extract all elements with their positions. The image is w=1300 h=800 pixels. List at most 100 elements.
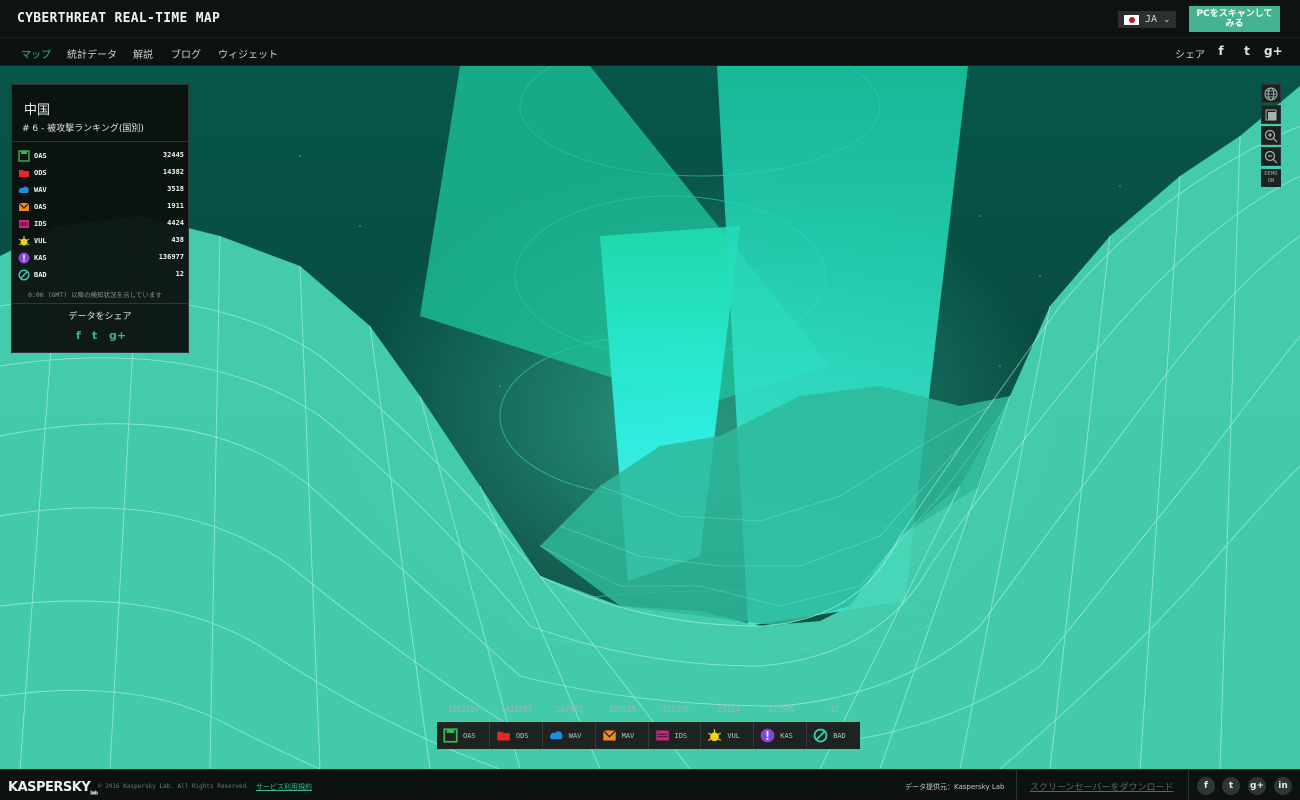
nav-item-widget[interactable]: ウィジェット xyxy=(218,46,278,61)
google-plus-icon[interactable]: g+ xyxy=(109,329,126,342)
country-stats-panel: 中国 # 6 - 被攻撃ランキング(国別) OAS 32445 ODS 1438… xyxy=(11,84,189,353)
country-rank: # 6 - 被攻撃ランキング(国別) xyxy=(22,124,144,134)
flat-view-button[interactable] xyxy=(1261,105,1281,124)
country-name: 中国 xyxy=(24,103,51,118)
legend-item-ods[interactable]: ODS xyxy=(490,722,543,749)
stat-value: 14382 xyxy=(162,168,184,176)
nav-item-statistics[interactable]: 統計データ xyxy=(67,46,117,61)
stat-row-wav: WAV 3518 xyxy=(18,183,184,199)
stat-label: OAS xyxy=(34,203,47,211)
divider xyxy=(1016,770,1017,800)
language-code: JA xyxy=(1145,14,1158,25)
legend-label: BAD xyxy=(833,732,846,740)
mail-icon xyxy=(602,730,616,741)
legend-label: OAS xyxy=(463,732,476,740)
ban-icon xyxy=(18,269,30,281)
stat-row-ods: ODS 14382 xyxy=(18,166,184,182)
legend-label: MAV xyxy=(621,732,635,740)
globe-view-button[interactable] xyxy=(1261,84,1281,103)
stat-label: IDS xyxy=(34,220,47,228)
stat-label: KAS xyxy=(34,254,47,262)
nav-item-map[interactable]: マップ xyxy=(21,46,51,61)
legend-label: VUL xyxy=(727,732,741,740)
demo-state: ON xyxy=(1267,178,1275,184)
legend-item-kas[interactable]: KAS xyxy=(754,722,808,749)
facebook-icon[interactable]: f xyxy=(1197,777,1215,795)
japan-flag-icon xyxy=(1124,14,1139,25)
stat-label: VUL xyxy=(34,237,47,245)
chevron-down-icon: ⌄ xyxy=(1163,14,1171,25)
stat-value: 136977 xyxy=(158,253,184,261)
stat-value: 1911 xyxy=(167,202,184,210)
legend-label: ODS xyxy=(515,732,529,740)
globe-icon xyxy=(1264,87,1278,100)
app-title: CYBERTHREAT REAL-TIME MAP xyxy=(17,11,221,26)
wireframe-globe-view xyxy=(0,66,1300,769)
demo-label: DEMO xyxy=(1264,171,1278,177)
legend-item-bad[interactable]: BAD xyxy=(807,722,860,749)
legend-item-oas[interactable]: OAS xyxy=(437,722,490,749)
legend-label: WAV xyxy=(568,732,582,740)
divider xyxy=(1188,770,1189,800)
kaspersky-logo[interactable]: KASPERSKYlab xyxy=(8,780,98,797)
copyright: © 2016 Kaspersky Lab. All Rights Reserve… xyxy=(98,783,250,790)
folder-icon xyxy=(19,170,29,177)
legend-item-vul[interactable]: VUL xyxy=(701,722,755,749)
nav-item-blog[interactable]: ブログ xyxy=(171,46,201,61)
stat-row-bad: BAD 12 xyxy=(18,268,184,284)
twitter-icon[interactable]: t xyxy=(92,329,97,342)
intrusion-icon xyxy=(655,730,669,741)
divider xyxy=(12,141,188,142)
stat-value: 12 xyxy=(175,270,184,278)
twitter-icon[interactable]: t xyxy=(1222,777,1240,795)
legend-count-ids: 127378 xyxy=(661,705,690,714)
stat-row-kas: KAS 136977 xyxy=(18,251,184,267)
threat-map-scene[interactable] xyxy=(0,66,1300,769)
alert-icon xyxy=(760,728,775,743)
linkedin-icon[interactable]: in xyxy=(1274,777,1292,795)
scan-pc-button[interactable]: PCをスキャンしてみる xyxy=(1189,6,1280,32)
footer: KASPERSKYlab © 2016 Kaspersky Lab. All R… xyxy=(0,769,1300,800)
zoom-out-icon xyxy=(1264,150,1278,163)
logo-sub: lab xyxy=(90,790,98,797)
nav-item-explanation[interactable]: 解説 xyxy=(133,46,153,61)
legend-item-ids[interactable]: IDS xyxy=(649,722,702,749)
facebook-icon[interactable]: f xyxy=(1214,44,1228,58)
legend-count-wav: 287451 xyxy=(555,705,584,714)
zoom-out-button[interactable] xyxy=(1261,147,1281,166)
folder-icon xyxy=(497,731,510,741)
save-icon xyxy=(18,150,30,162)
terms-of-service-link[interactable]: サービス利用規約 xyxy=(256,782,312,792)
intrusion-icon xyxy=(19,220,29,228)
google-plus-icon[interactable]: g+ xyxy=(1248,777,1266,795)
detection-note: 0:00 (GMT) 以降の検知状況を示しています xyxy=(28,291,162,299)
demo-toggle[interactable]: DEMO ON xyxy=(1261,169,1281,187)
cloud-download-icon xyxy=(549,731,563,740)
alert-icon xyxy=(18,252,30,264)
legend-item-wav[interactable]: WAV xyxy=(543,722,596,749)
stat-value: 32445 xyxy=(162,151,184,159)
stat-row-mail: OAS 1911 xyxy=(18,200,184,216)
top-bar: CYBERTHREAT REAL-TIME MAP JA ⌄ PCをスキャンして… xyxy=(0,0,1300,38)
download-screensaver-link[interactable]: スクリーンセーバーをダウンロード xyxy=(1030,780,1173,793)
stat-label: BAD xyxy=(34,271,47,279)
legend-count-mav: 195579 xyxy=(608,705,637,714)
legend-count-vul: 23124 xyxy=(717,705,740,714)
twitter-icon[interactable]: t xyxy=(1240,44,1254,58)
ban-icon xyxy=(813,728,828,743)
share-label: シェア xyxy=(1175,50,1205,61)
legend-label: IDS xyxy=(674,732,688,740)
stat-value: 3518 xyxy=(167,185,184,193)
facebook-icon[interactable]: f xyxy=(76,329,81,342)
save-icon xyxy=(443,728,458,743)
legend-count-oas: 1892159 xyxy=(447,705,480,714)
stat-label: ODS xyxy=(34,169,47,177)
language-select[interactable]: JA ⌄ xyxy=(1118,11,1176,28)
flat-map-icon xyxy=(1265,109,1277,120)
stat-row-vul: VUL 438 xyxy=(18,234,184,250)
bug-icon xyxy=(708,729,722,742)
zoom-in-icon xyxy=(1264,129,1278,142)
zoom-in-button[interactable] xyxy=(1261,126,1281,145)
legend-item-mav[interactable]: MAV xyxy=(596,722,649,749)
google-plus-icon[interactable]: g+ xyxy=(1264,44,1283,58)
